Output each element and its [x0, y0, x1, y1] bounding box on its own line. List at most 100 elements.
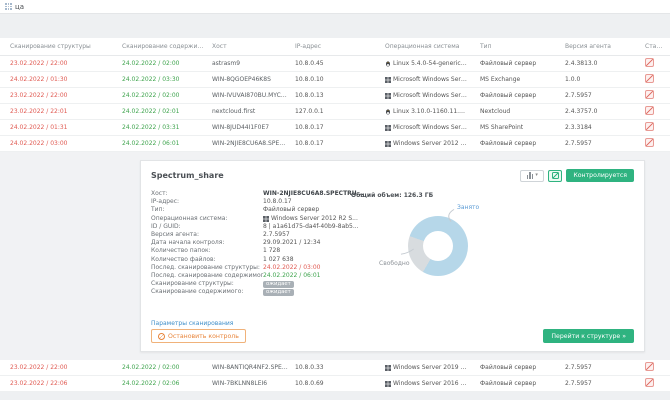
table-row[interactable]: 23.02.2022 / 22:00 24.02.2022 / 02:00 WI… — [0, 360, 670, 376]
os-name: Windows Server 2019 Stan... — [393, 364, 474, 371]
scan-content-date: 24.02.2022 / 02:00 — [122, 364, 180, 371]
field-value: 24.02.2022 / 06:01 — [263, 272, 321, 280]
chart-view-dropdown[interactable]: ▾ — [520, 169, 545, 182]
host-name: WIN-7BKLNN8LEI6 — [212, 380, 268, 387]
server-type: MS SharePoint — [480, 124, 524, 131]
status-icon[interactable] — [645, 362, 654, 371]
col-agent-version[interactable]: Версия агента — [565, 43, 645, 50]
field-label: Хост: — [151, 190, 168, 197]
col-status[interactable]: Статус — [645, 43, 670, 50]
detail-field: Тип: Файловый сервер — [151, 206, 339, 214]
app-grid-icon — [5, 3, 12, 10]
agent-version: 2.4.3757.0 — [565, 108, 598, 115]
field-value: 29.09.2021 / 12:34 — [263, 239, 321, 247]
table-row[interactable]: 23.02.2022 / 22:06 24.02.2022 / 02:06 WI… — [0, 376, 670, 392]
agent-version: 2.7.5957 — [565, 364, 592, 371]
os-name: Linux 3.10.0-1160.11.1.el7... — [393, 108, 474, 115]
chevron-down-icon: ▾ — [535, 172, 538, 178]
status-icon[interactable] — [645, 74, 654, 83]
goto-structure-button[interactable]: Перейти к структуре » — [543, 329, 634, 343]
scan-content-date: 24.02.2022 / 02:00 — [122, 92, 180, 99]
agent-version: 2.7.5957 — [565, 92, 592, 99]
agent-version: 2.4.3813.0 — [565, 60, 598, 67]
field-value: Файловый сервер — [263, 206, 320, 214]
ip-address: 10.8.0.13 — [295, 92, 324, 99]
status-icon[interactable] — [645, 58, 654, 67]
ip-address: 10.8.0.17 — [295, 124, 324, 131]
stop-icon — [158, 332, 165, 340]
scan-content-date: 24.02.2022 / 03:30 — [122, 76, 180, 83]
os-cell: Windows Server 2016 Dat... — [385, 380, 480, 387]
scan-content-date: 24.02.2022 / 03:31 — [122, 124, 180, 131]
card-body: Хост: WIN-2NJIE8CU6A8.SPECTRU... IP-адре… — [151, 190, 634, 322]
os-cell: Linux 3.10.0-1160.11.1.el7... — [385, 108, 480, 115]
col-scan-content[interactable]: Сканирование содержимо... — [122, 43, 212, 50]
field-value: 10.8.0.17 — [263, 198, 292, 206]
detail-field: Количество папок: 1 728 — [151, 247, 339, 255]
col-ip[interactable]: IP-адрес — [295, 43, 385, 50]
detail-field: Послед. сканирование структуры: 24.02.20… — [151, 264, 339, 272]
table-row[interactable]: 24.02.2022 / 01:30 24.02.2022 / 03:30 WI… — [0, 72, 670, 88]
windows-icon — [385, 140, 391, 147]
status-icon[interactable] — [645, 106, 654, 115]
scan-status-icon-button[interactable] — [548, 169, 563, 182]
os-name: Microsoft Windows Serv... — [393, 124, 470, 131]
scan-structure-date: 23.02.2022 / 22:01 — [10, 108, 68, 115]
status-icon[interactable] — [645, 138, 654, 147]
col-scan-structure[interactable]: Сканирование структуры — [10, 43, 122, 50]
detail-field: Хост: WIN-2NJIE8CU6A8.SPECTRU... — [151, 190, 364, 198]
scan-params-link[interactable]: Параметры сканирования — [151, 320, 233, 327]
host-name: WIN-2NJIE8CU6A8.SPECTRU... — [212, 140, 295, 147]
scan-content-date: 24.02.2022 / 02:01 — [122, 108, 180, 115]
stop-button-label: Остановить контроль — [168, 332, 239, 340]
monitored-button[interactable]: Контролируется — [566, 169, 634, 182]
col-os[interactable]: Операционная система — [385, 43, 480, 50]
field-label: Сканирование содержимого: — [151, 288, 244, 296]
stop-monitoring-button[interactable]: Остановить контроль — [151, 329, 246, 343]
detail-fields: Хост: WIN-2NJIE8CU6A8.SPECTRU... IP-адре… — [151, 190, 364, 322]
field-label: ID / GUID: — [151, 222, 181, 230]
field-label: IP-адрес: — [151, 198, 180, 206]
table-row[interactable]: 24.02.2022 / 01:31 24.02.2022 / 03:31 WI… — [0, 120, 670, 136]
server-type: MS Exchange — [480, 76, 521, 83]
field-value: 1 728 — [263, 247, 281, 255]
os-cell: Windows Server 2012 R2 S... — [385, 140, 480, 147]
volume-chart-area: Общий объем: 126.3 ГБ Занято Свободно — [339, 190, 634, 322]
table-row[interactable]: 23.02.2022 / 22:00 24.02.2022 / 02:00 as… — [0, 56, 670, 72]
bar-chart-icon — [526, 172, 534, 179]
status-icon[interactable] — [645, 378, 654, 387]
hosts-table: Сканирование структуры Сканирование соде… — [0, 38, 670, 152]
table-row[interactable]: 23.02.2022 / 22:00 24.02.2022 / 02:00 WI… — [0, 88, 670, 104]
host-name: WIN-8ANTIQR4NF2.SPECTRU... — [212, 364, 295, 371]
field-label: Дата начала контроля: — [151, 239, 225, 247]
field-label: Тип: — [151, 206, 165, 214]
used-label: Занято — [457, 204, 480, 211]
col-host[interactable]: Хост — [212, 43, 295, 50]
detail-field: Количество файлов: 1 027 638 — [151, 256, 339, 264]
app-window: ца Сканирование структуры Сканирование с… — [0, 0, 670, 400]
table-row[interactable]: 24.02.2022 / 03:00 24.02.2022 / 06:01 WI… — [0, 136, 670, 152]
card-header: Spectrum_share ▾ Контролируется — [151, 169, 634, 182]
detail-field: Дата начала контроля: 29.09.2021 / 12:34 — [151, 239, 339, 247]
donut-chart — [408, 216, 468, 276]
linux-icon — [385, 60, 391, 67]
host-name: nextcloud.first — [212, 108, 256, 115]
hosts-table-bottom: 23.02.2022 / 22:00 24.02.2022 / 02:00 WI… — [0, 360, 670, 392]
os-cell: Microsoft Windows Serv... — [385, 124, 480, 131]
host-name: WIN-IVUVAI870BU.MYCORP... — [212, 92, 295, 99]
ip-address: 10.8.0.69 — [295, 380, 324, 387]
status-icon[interactable] — [645, 122, 654, 131]
server-type: Файловый сервер — [480, 60, 537, 67]
ip-address: 10.8.0.17 — [295, 140, 324, 147]
table-rows-bottom: 23.02.2022 / 22:00 24.02.2022 / 02:00 WI… — [0, 360, 670, 392]
field-label: Сканирование структуры: — [151, 280, 234, 288]
status-icon[interactable] — [645, 90, 654, 99]
expanded-row-area: Spectrum_share ▾ Контролируется Хост: WI… — [0, 152, 670, 360]
card-footer: Остановить контроль Перейти к структуре … — [151, 329, 634, 343]
scan-content-date: 24.02.2022 / 02:00 — [122, 60, 180, 67]
col-type[interactable]: Тип — [480, 43, 565, 50]
table-row[interactable]: 23.02.2022 / 22:01 24.02.2022 / 02:01 ne… — [0, 104, 670, 120]
detail-field: Сканирование содержимого: ожидает — [151, 288, 339, 297]
os-name: Windows Server 2016 Dat... — [393, 380, 474, 387]
host-detail-card: Spectrum_share ▾ Контролируется Хост: WI… — [140, 160, 645, 352]
